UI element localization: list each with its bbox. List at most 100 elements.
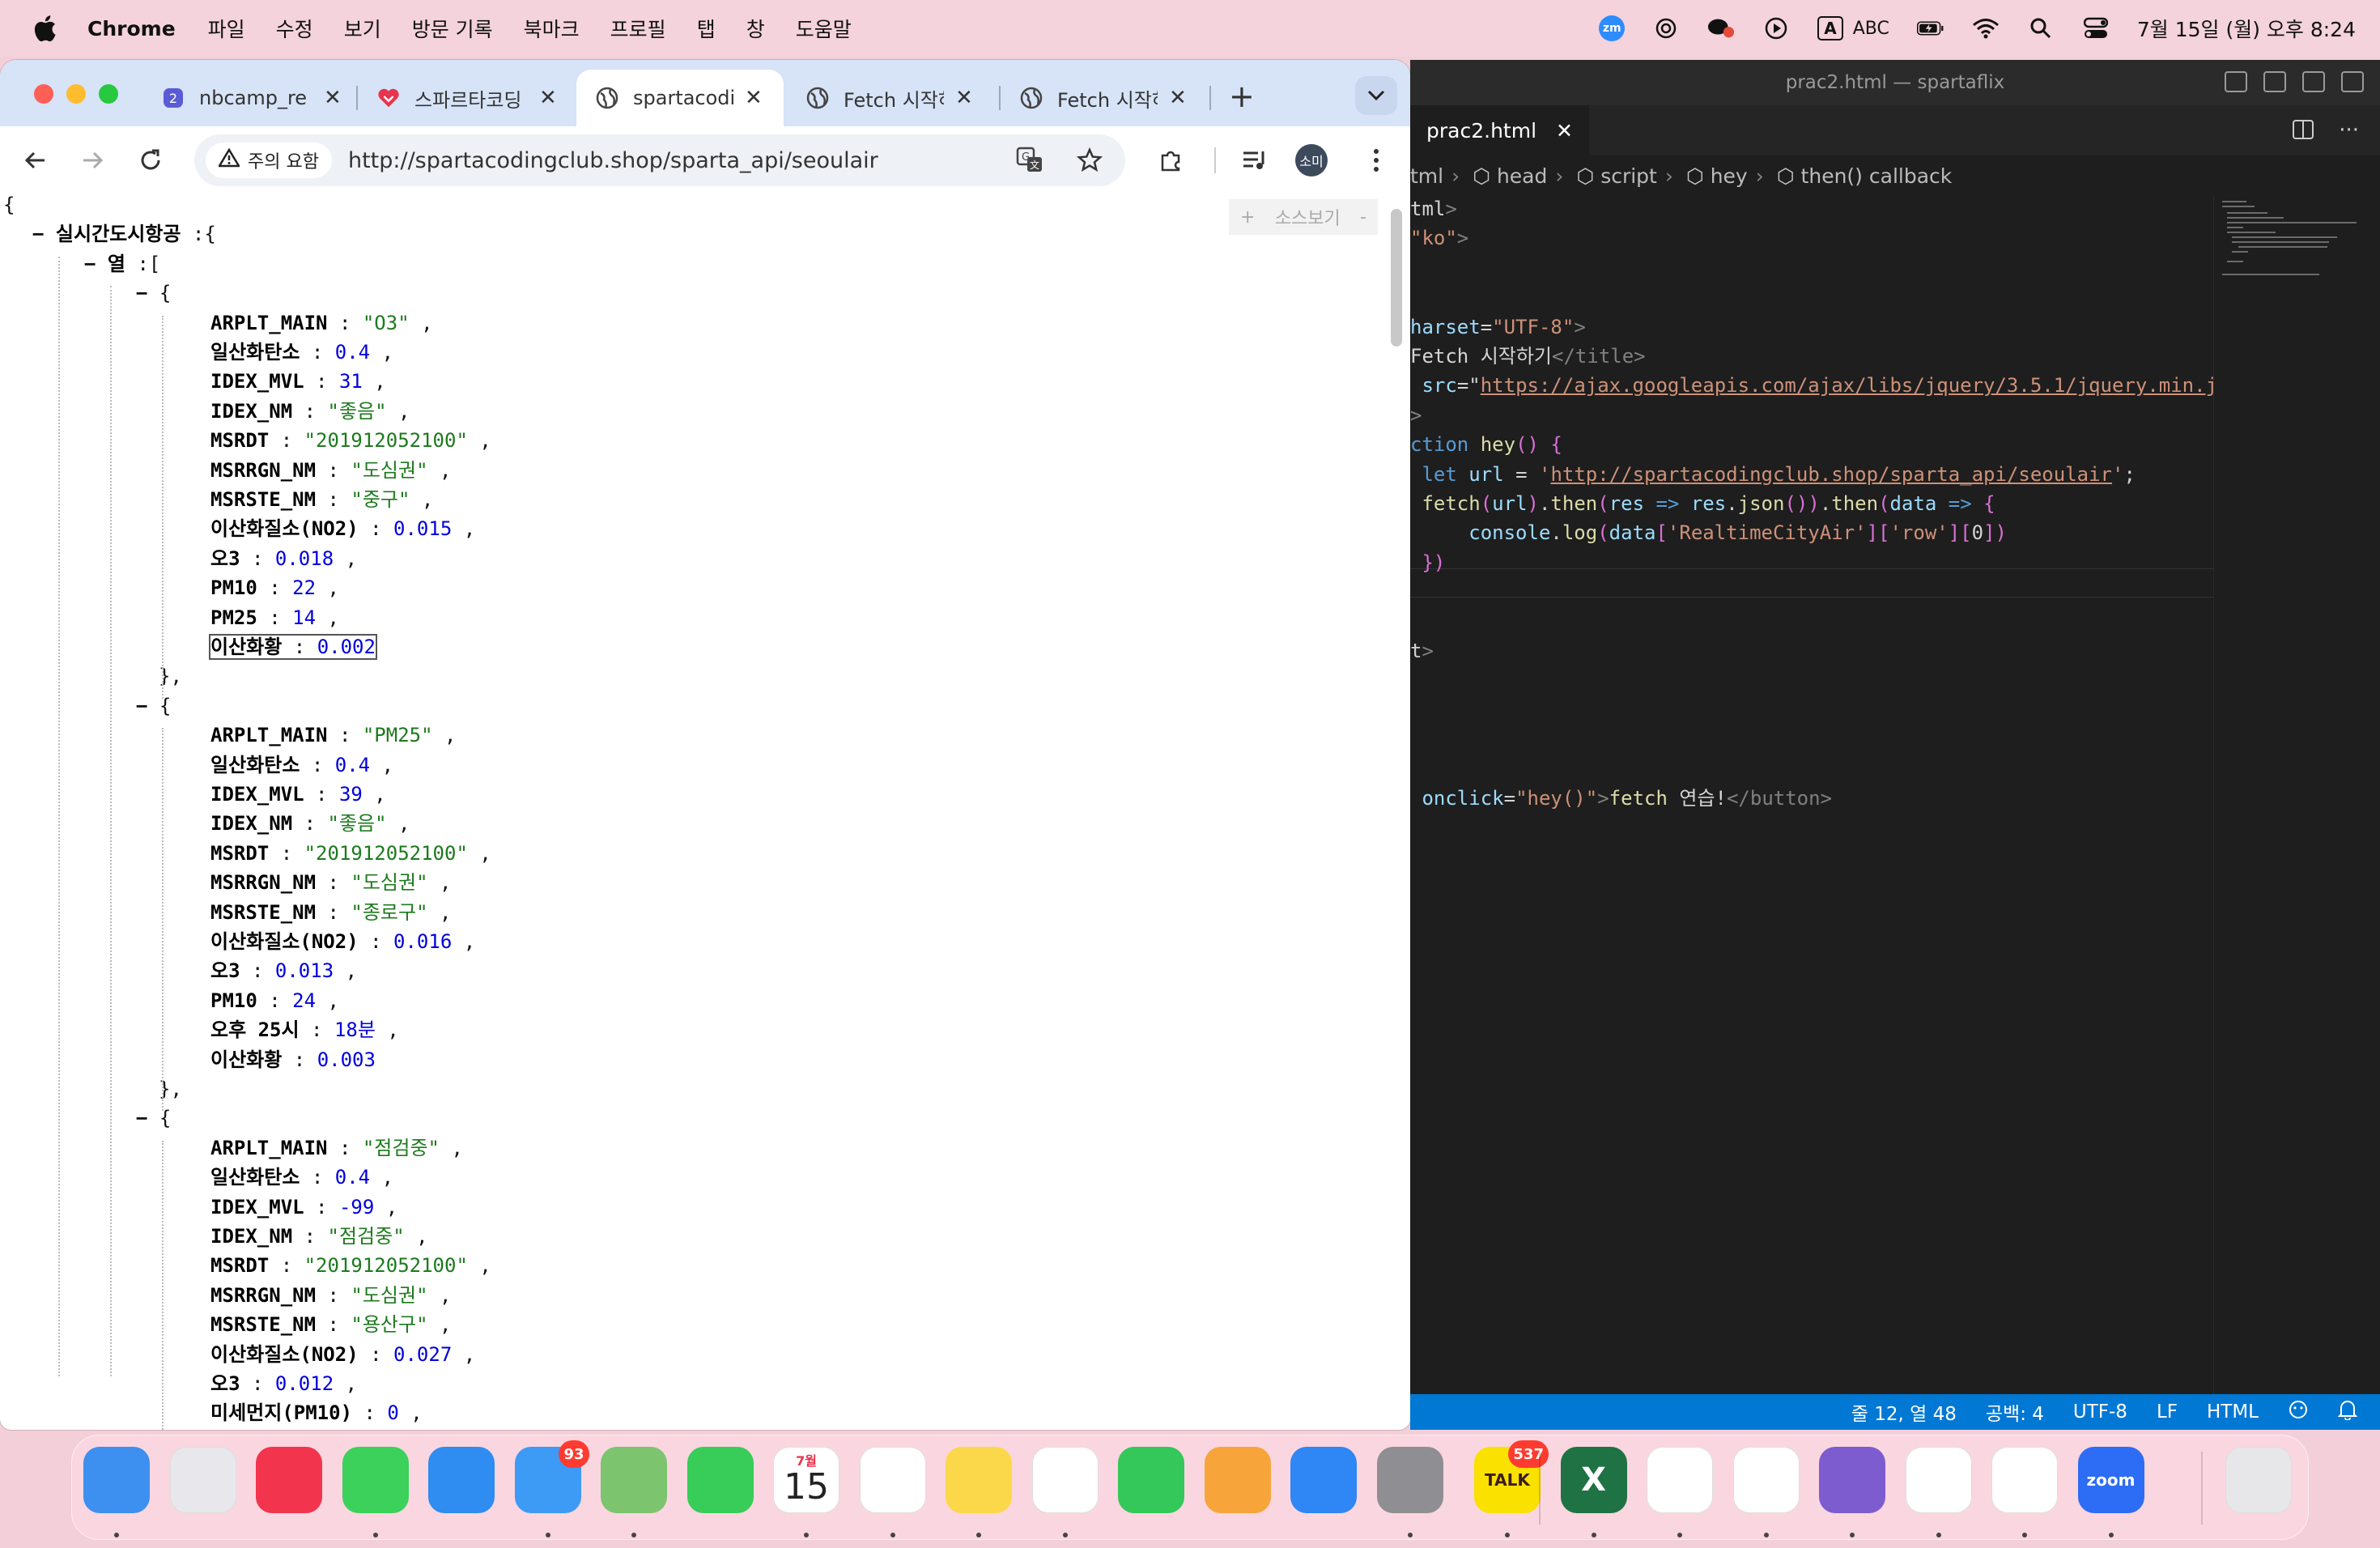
code-line[interactable]: let url = 'http://spartacodingclub.shop/… — [1410, 460, 2135, 489]
close-window-button[interactable] — [34, 84, 53, 104]
chrome-icon[interactable] — [1647, 1447, 1713, 1513]
code-line[interactable]: Fetch 시작하기</title> — [1410, 342, 1646, 371]
indentation-setting[interactable]: 공백: 4 — [1986, 1398, 2044, 1426]
feedback-icon[interactable] — [2288, 1399, 2309, 1425]
menubar-clock[interactable]: 7월 15일 (월) 오후 8:24 — [2137, 14, 2356, 43]
breadcrumb-item[interactable]: hey — [1711, 164, 1748, 188]
encoding-setting[interactable]: UTF-8 — [2073, 1401, 2127, 1423]
app-store-icon[interactable] — [1290, 1447, 1357, 1513]
code-line[interactable]: onclick="hey()">fetch 연습!</button> — [1410, 784, 1832, 813]
maximize-window-button[interactable] — [99, 84, 118, 104]
code-line[interactable]: harset="UTF-8"> — [1410, 313, 1586, 342]
trash-icon[interactable] — [2225, 1447, 2292, 1513]
notes-icon[interactable] — [946, 1447, 1012, 1513]
zoom-icon[interactable]: zoom — [2077, 1447, 2144, 1513]
input-source-label[interactable]: ABC — [1853, 19, 1889, 39]
code-line[interactable]: console.log(data['RealtimeCityAir']['row… — [1410, 518, 2007, 547]
profile-avatar[interactable]: 소미 — [1295, 144, 1328, 176]
toggle-panel-icon[interactable] — [2263, 71, 2286, 92]
pages-icon[interactable] — [1204, 1447, 1271, 1513]
close-editor-icon[interactable]: ✕ — [1556, 119, 1573, 142]
collapse-toggle[interactable]: − — [32, 223, 56, 245]
back-arrow-icon[interactable] — [19, 144, 52, 176]
forward-arrow-icon[interactable] — [76, 144, 108, 176]
code-editor[interactable]: tml> "ko"> harset="UTF-8"> Fetch 시작하기</titl… — [1410, 196, 2217, 1394]
play-status-icon[interactable] — [1762, 15, 1790, 42]
numbers-icon[interactable] — [1118, 1447, 1184, 1513]
menu-history[interactable]: 방문 기록 — [412, 14, 493, 43]
code-line[interactable]: > — [1410, 401, 1422, 430]
tab-spartacodi[interactable]: spartacodi ✕ — [576, 70, 784, 126]
close-tab-icon[interactable]: ✕ — [955, 86, 973, 110]
chatgpt-status-icon[interactable] — [1652, 15, 1680, 42]
minimap[interactable] — [2213, 196, 2367, 1394]
safari-icon[interactable] — [428, 1447, 495, 1513]
slack-icon[interactable] — [1732, 1447, 1800, 1513]
translate-icon[interactable]: G文 — [1014, 144, 1046, 176]
system-settings-icon[interactable] — [1376, 1447, 1443, 1513]
tab-nbcamp[interactable]: 2 nbcamp_re ✕ — [142, 70, 342, 126]
new-tab-button[interactable]: + — [1229, 81, 1255, 112]
obsidian-icon[interactable] — [1819, 1447, 1885, 1513]
launchpad-icon[interactable] — [169, 1447, 236, 1513]
battery-icon[interactable] — [1916, 15, 1944, 42]
messages-icon[interactable] — [342, 1447, 409, 1513]
vscode-icon[interactable] — [1905, 1447, 1972, 1513]
more-menu-icon[interactable] — [1360, 144, 1392, 176]
view-source-bar[interactable]: + 소스보기 - — [1229, 199, 1378, 235]
collapse-toggle[interactable]: − — [136, 1107, 159, 1129]
more-actions-icon[interactable]: ··· — [2339, 118, 2359, 147]
mail-icon[interactable]: 93 — [514, 1440, 589, 1513]
reload-icon[interactable] — [134, 144, 167, 176]
toggle-primary-sidebar-icon[interactable] — [2225, 71, 2247, 92]
collapse-minus-button[interactable]: - — [1360, 207, 1366, 228]
customize-layout-icon[interactable] — [2341, 71, 2364, 92]
tab-search-button[interactable] — [1355, 76, 1397, 115]
excel-icon[interactable]: X — [1560, 1447, 1627, 1513]
menu-profiles[interactable]: 프로필 — [610, 14, 666, 43]
menu-edit[interactable]: 수정 — [276, 14, 313, 43]
media-control-icon[interactable] — [1239, 144, 1271, 176]
wifi-icon[interactable] — [1972, 15, 2000, 42]
collapse-toggle[interactable]: − — [136, 695, 159, 717]
close-tab-icon[interactable]: ✕ — [324, 86, 342, 110]
collapse-toggle[interactable]: − — [136, 282, 159, 304]
extensions-puzzle-icon[interactable] — [1154, 144, 1187, 176]
breadcrumb-item[interactable]: head — [1497, 164, 1547, 188]
breadcrumb-item[interactable]: then() callback — [1801, 164, 1953, 188]
menu-tab[interactable]: 탭 — [697, 14, 716, 43]
split-editor-icon[interactable] — [2292, 118, 2314, 147]
toggle-secondary-sidebar-icon[interactable] — [2302, 71, 2325, 92]
editor-tab-prac2[interactable]: prac2.html ✕ — [1410, 105, 1589, 155]
menu-view[interactable]: 보기 — [344, 14, 381, 43]
breadcrumb-item[interactable]: tml — [1410, 164, 1443, 188]
freeform-icon[interactable] — [1031, 1447, 1099, 1513]
minimize-window-button[interactable] — [66, 84, 86, 104]
eol-setting[interactable]: LF — [2157, 1401, 2178, 1423]
chatgpt-icon[interactable] — [1991, 1447, 2058, 1513]
kakaotalk-status-icon[interactable] — [1707, 15, 1735, 42]
menu-help[interactable]: 도움말 — [796, 14, 852, 43]
reminders-icon[interactable] — [859, 1447, 926, 1513]
menu-file[interactable]: 파일 — [208, 14, 245, 43]
breadcrumb-item[interactable]: script — [1600, 164, 1657, 188]
bookmark-star-icon[interactable] — [1073, 144, 1106, 176]
control-center-icon[interactable] — [2082, 15, 2110, 42]
language-mode[interactable]: HTML — [2207, 1401, 2259, 1423]
code-line[interactable]: ction hey() { — [1410, 430, 1562, 459]
code-line[interactable]: t> — [1410, 636, 1434, 666]
kakaotalk-icon[interactable]: TALK 537 — [1474, 1440, 1549, 1513]
address-bar[interactable]: 주의 요함 http://spartacodingclub.shop/spart… — [194, 134, 1125, 186]
code-line[interactable]: fetch(url).then(res => res.json()).then(… — [1410, 489, 1995, 518]
tab-sparta[interactable]: 스파르타코딩 ✕ — [358, 70, 557, 126]
maps-icon[interactable] — [601, 1447, 667, 1513]
close-tab-icon[interactable]: ✕ — [745, 86, 763, 110]
view-source-label[interactable]: 소스보기 — [1275, 204, 1341, 230]
tab-fetch-2[interactable]: Fetch 시작하 ✕ — [1001, 70, 1187, 126]
notifications-bell-icon[interactable] — [2337, 1399, 2358, 1425]
calendar-icon[interactable]: 7월 15 — [773, 1447, 839, 1513]
zoom-status-icon[interactable]: zm — [1599, 15, 1626, 41]
code-line[interactable]: "ko"> — [1410, 223, 1468, 253]
tab-fetch-1[interactable]: Fetch 시작하 ✕ — [787, 70, 973, 126]
url-text[interactable]: http://spartacodingclub.shop/sparta_api/… — [348, 148, 878, 173]
